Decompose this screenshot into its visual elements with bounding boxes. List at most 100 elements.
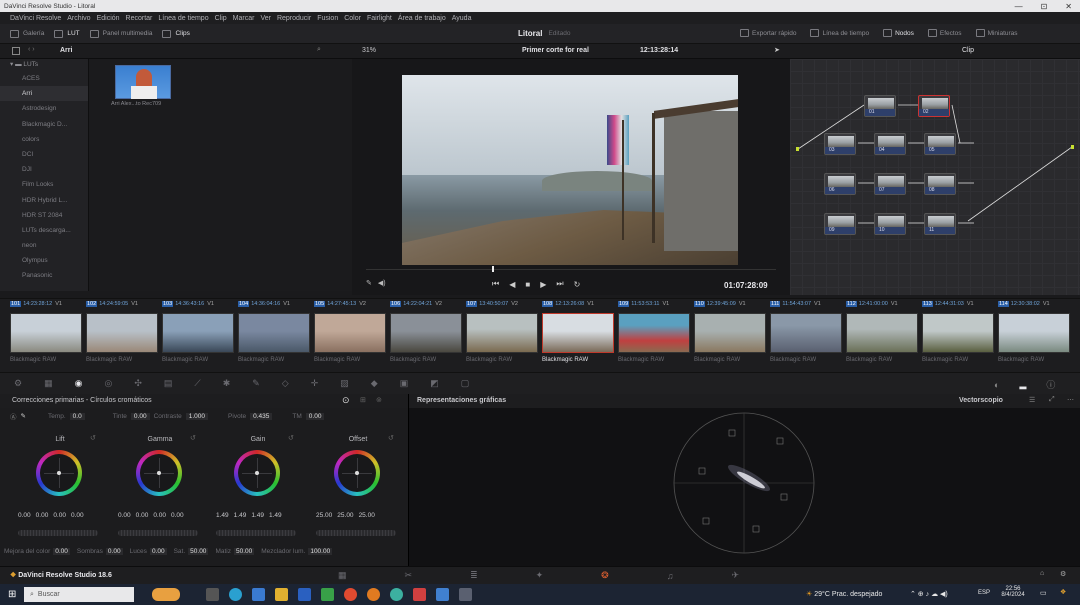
store-icon[interactable] — [252, 588, 265, 601]
edit-page-icon[interactable]: ≣ — [470, 570, 478, 581]
cut-page-icon[interactable]: ✂ — [405, 570, 413, 581]
widget-image[interactable] — [152, 588, 180, 601]
app-teal-icon[interactable] — [390, 588, 403, 601]
corrector-node[interactable]: 10 — [874, 213, 906, 235]
corrector-node[interactable]: 05 — [924, 133, 956, 155]
wheel-value-field[interactable]: 0.00 — [71, 512, 84, 519]
clip-item[interactable]: 114 12:30:38:02 V1 Blackmagic RAW — [998, 299, 1074, 373]
tm-field[interactable]: 0.00 — [305, 412, 325, 420]
timeline-name[interactable]: Primer corte for real — [522, 47, 589, 54]
taskbar-search[interactable]: ⌕ Buscar — [24, 587, 134, 602]
wheel-master-slider[interactable] — [316, 530, 396, 536]
lut-folder-item[interactable]: colors — [0, 132, 88, 147]
clip-item[interactable]: 101 14:23:28:12 V1 Blackmagic RAW — [10, 299, 86, 373]
wheel-value-field[interactable]: 1.49 — [251, 512, 264, 519]
file-explorer-icon[interactable] — [275, 588, 288, 601]
app-blue-icon[interactable] — [436, 588, 449, 601]
corrector-node[interactable]: 11 — [924, 213, 956, 235]
scope-toggle-icon[interactable]: ◐ — [994, 380, 999, 390]
lut-button[interactable]: LUT — [54, 29, 80, 38]
color-picker-icon[interactable]: ✎ — [366, 279, 372, 287]
camera-raw-icon[interactable]: ⚙ — [14, 378, 22, 389]
clip-item[interactable]: 110 12:39:45:09 V1 Blackmagic RAW — [694, 299, 770, 373]
menu-item-13[interactable]: Ayuda — [452, 15, 472, 22]
clip-item[interactable]: 109 11:53:53:11 V1 Blackmagic RAW — [618, 299, 694, 373]
lut-folder-item[interactable]: Film Looks — [0, 177, 88, 192]
lut-folder-item[interactable]: Blackmagic D... — [0, 117, 88, 132]
wheel-value-field[interactable]: 0.00 — [18, 512, 31, 519]
clips-button[interactable]: Clips — [162, 29, 190, 38]
wheel-value-field[interactable]: 1.49 — [234, 512, 247, 519]
window-icon[interactable]: ◇ — [282, 378, 289, 389]
menu-item-9[interactable]: Fusion — [317, 15, 338, 22]
lut-folder-item[interactable]: Panasonic — [0, 268, 88, 283]
minimize-button[interactable]: — — [1015, 2, 1023, 11]
tracker-icon[interactable]: ✛ — [311, 378, 319, 389]
deliver-page-icon[interactable]: ✈ — [731, 570, 739, 581]
scope-type-selector[interactable]: Vectorscopio — [959, 397, 1003, 404]
clip-item[interactable]: 102 14:24:59:05 V1 Blackmagic RAW — [86, 299, 162, 373]
clip-item[interactable]: 103 14:36:43:16 V1 Blackmagic RAW — [162, 299, 238, 373]
color-wheel[interactable] — [36, 450, 82, 496]
corrector-node[interactable]: 06 — [824, 173, 856, 195]
task-view-icon[interactable] — [206, 588, 219, 601]
lut-folder-item[interactable]: HDR ST 2084 — [0, 208, 88, 223]
corrector-node[interactable]: 07 — [874, 173, 906, 195]
clip-item[interactable]: 113 12:44:31:03 V1 Blackmagic RAW — [922, 299, 998, 373]
color-wheel[interactable] — [234, 450, 280, 496]
bottom-param-field[interactable]: 0.00 — [149, 548, 167, 555]
wheel-value-field[interactable]: 0.00 — [171, 512, 184, 519]
exportar-button[interactable]: Exportar rápido — [740, 29, 796, 37]
copilot-icon[interactable]: ❖ — [1060, 588, 1066, 596]
bottom-param-field[interactable]: 0.00 — [53, 548, 70, 555]
skip-start-icon[interactable]: ⏮ — [492, 279, 499, 289]
lut-folder-item[interactable]: Astrodesign — [0, 101, 88, 116]
scope-settings-icon[interactable]: ☰ — [1029, 396, 1035, 404]
lut-folder-header[interactable]: ▾ ▬ LUTs — [0, 59, 88, 71]
lut-folder-item[interactable]: DJI — [0, 162, 88, 177]
color-wheel[interactable] — [334, 450, 380, 496]
corrector-node[interactable]: 04 — [874, 133, 906, 155]
color-wheels-icon[interactable]: ◉ — [75, 378, 83, 389]
wheel-value-field[interactable]: 0.00 — [36, 512, 49, 519]
info-icon[interactable]: ⓘ — [1046, 378, 1055, 391]
maximize-button[interactable]: ⊡ — [1041, 2, 1048, 11]
lut-folder-item[interactable]: DCI — [0, 147, 88, 162]
corrector-node[interactable]: 01 — [864, 95, 896, 117]
scope-more-icon[interactable]: ⋯ — [1067, 396, 1074, 404]
wheel-reset-icon[interactable]: ↺ — [190, 434, 196, 442]
play-icon[interactable]: ▶ — [540, 280, 546, 289]
wheels-mode-icon[interactable]: ⊙ — [342, 395, 350, 406]
lut-folder-item[interactable]: LUTs descarga... — [0, 223, 88, 238]
clip-item[interactable]: 104 14:36:04:16 V1 Blackmagic RAW — [238, 299, 314, 373]
menu-item-1[interactable]: Archivo — [67, 15, 90, 22]
sizing-icon[interactable]: ◩ — [430, 378, 439, 389]
wheel-master-slider[interactable] — [216, 530, 296, 536]
tray-icons[interactable]: ⌃ ⊕ ♪ ☁ ◀) — [910, 590, 948, 598]
weather-widget[interactable]: ☀ 29°C Prac. despejado — [806, 590, 882, 598]
lut-folder-item[interactable]: Arri — [0, 86, 88, 102]
panel-toggle-icon[interactable] — [12, 47, 20, 55]
3d-icon[interactable]: ▢ — [461, 378, 470, 389]
rgb-mixer-icon[interactable]: ✣ — [134, 378, 142, 389]
menu-item-7[interactable]: Ver — [260, 15, 271, 22]
bottom-param-field[interactable]: 0.00 — [105, 548, 123, 555]
viewer-image[interactable] — [402, 75, 738, 265]
loop-icon[interactable]: ↻ — [574, 280, 581, 289]
menu-item-3[interactable]: Recortar — [126, 15, 153, 22]
log-mode-icon[interactable]: ⊚ — [376, 396, 382, 404]
clip-item[interactable]: 112 12:41:00:00 V1 Blackmagic RAW — [846, 299, 922, 373]
qualifier-icon[interactable]: ✎ — [252, 378, 260, 389]
lut-folder-item[interactable]: Olympus — [0, 253, 88, 268]
color-wheel[interactable] — [136, 450, 182, 496]
resolve-task-icon[interactable] — [413, 588, 426, 601]
audio-icon[interactable]: ◀) — [378, 279, 386, 287]
wheel-value-field[interactable]: 0.00 — [153, 512, 166, 519]
tinte-field[interactable]: 0.00 — [130, 412, 150, 420]
stop-icon[interactable]: ■ — [525, 280, 530, 289]
nav-arrows-icon[interactable]: ‹ › — [28, 46, 35, 53]
app-green-icon[interactable] — [321, 588, 334, 601]
efectos-button[interactable]: Efectos — [927, 29, 962, 37]
bottom-param-field[interactable]: 50.00 — [188, 548, 209, 555]
node-editor[interactable]: 01 02 03 04 05 06 07 08 09 10 11 — [790, 59, 1080, 295]
